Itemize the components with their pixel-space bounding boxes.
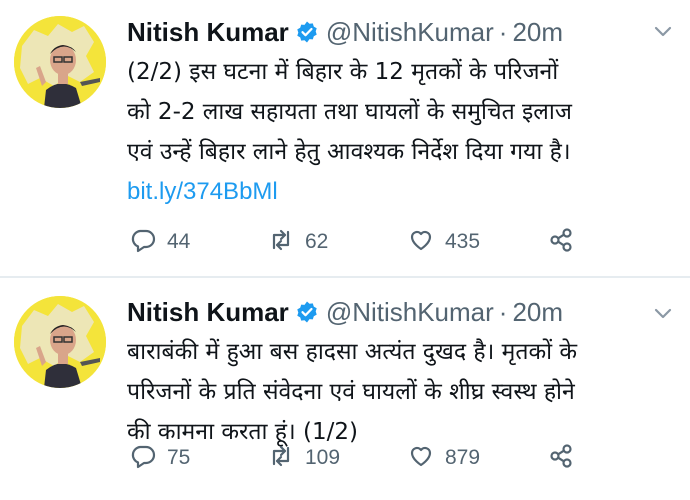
avatar[interactable] bbox=[14, 16, 106, 108]
tweet-text-line: बाराबंकी में हुआ बस हादसा अत्यंत दुखद है… bbox=[127, 339, 578, 365]
share-icon bbox=[547, 442, 575, 474]
reply-button[interactable]: 44 bbox=[129, 226, 190, 258]
retweet-count: 62 bbox=[305, 230, 329, 253]
like-icon bbox=[407, 226, 435, 258]
tweet-text-line: (2/2) इस घटना में बिहार के 12 मृतकों के … bbox=[127, 59, 559, 85]
like-button[interactable]: 879 bbox=[407, 442, 480, 474]
more-icon[interactable] bbox=[650, 302, 676, 326]
reply-count: 44 bbox=[167, 230, 191, 253]
like-count: 435 bbox=[445, 230, 481, 253]
retweet-icon bbox=[267, 442, 295, 474]
timestamp[interactable]: 20m bbox=[512, 17, 563, 48]
tweet-actions: 75 109 879 bbox=[127, 442, 647, 474]
share-icon bbox=[547, 226, 575, 258]
separator-dot: · bbox=[498, 16, 508, 47]
like-button[interactable]: 435 bbox=[407, 226, 480, 258]
tweet-text: बाराबंकी में हुआ बस हादसा अत्यंत दुखद है… bbox=[127, 332, 677, 452]
reply-icon bbox=[129, 442, 157, 474]
tweet-text: (2/2) इस घटना में बिहार के 12 मृतकों के … bbox=[127, 52, 677, 212]
tweet-text-line: परिजनों के प्रति संवेदना एवं घायलों के श… bbox=[127, 379, 575, 405]
tweet-header: Nitish Kumar @NitishKumar · 20m bbox=[127, 294, 563, 330]
retweet-count: 109 bbox=[305, 446, 341, 469]
avatar-image bbox=[14, 16, 106, 108]
tweet-actions: 44 62 435 bbox=[127, 226, 647, 258]
retweet-icon bbox=[267, 226, 295, 258]
tweet[interactable]: Nitish Kumar @NitishKumar · 20m बाराबंकी… bbox=[0, 278, 690, 500]
tweet-link[interactable]: bit.ly/374BbMl bbox=[127, 172, 677, 212]
verified-icon bbox=[295, 300, 319, 324]
reply-count: 75 bbox=[167, 446, 191, 469]
like-icon bbox=[407, 442, 435, 474]
tweet-header: Nitish Kumar @NitishKumar · 20m bbox=[127, 14, 563, 50]
reply-button[interactable]: 75 bbox=[129, 442, 190, 474]
tweet-text-line: एवं उन्हें बिहार लाने हेतु आवश्यक निर्दे… bbox=[127, 139, 571, 165]
author-handle[interactable]: @NitishKumar bbox=[326, 297, 494, 328]
author-name[interactable]: Nitish Kumar bbox=[127, 17, 289, 48]
verified-icon bbox=[295, 20, 319, 44]
tweet[interactable]: Nitish Kumar @NitishKumar · 20m (2/2) इस… bbox=[0, 0, 690, 276]
retweet-button[interactable]: 109 bbox=[267, 442, 340, 474]
author-name[interactable]: Nitish Kumar bbox=[127, 297, 289, 328]
timestamp[interactable]: 20m bbox=[512, 297, 563, 328]
avatar-image bbox=[14, 296, 106, 388]
like-count: 879 bbox=[445, 446, 481, 469]
share-button[interactable] bbox=[547, 226, 575, 258]
retweet-button[interactable]: 62 bbox=[267, 226, 328, 258]
tweet-text-line: को 2-2 लाख सहायता तथा घायलों के समुचित इ… bbox=[127, 99, 572, 125]
reply-icon bbox=[129, 226, 157, 258]
author-handle[interactable]: @NitishKumar bbox=[326, 17, 494, 48]
avatar[interactable] bbox=[14, 296, 106, 388]
separator-dot: · bbox=[498, 296, 508, 327]
share-button[interactable] bbox=[547, 442, 575, 474]
more-icon[interactable] bbox=[650, 20, 676, 44]
